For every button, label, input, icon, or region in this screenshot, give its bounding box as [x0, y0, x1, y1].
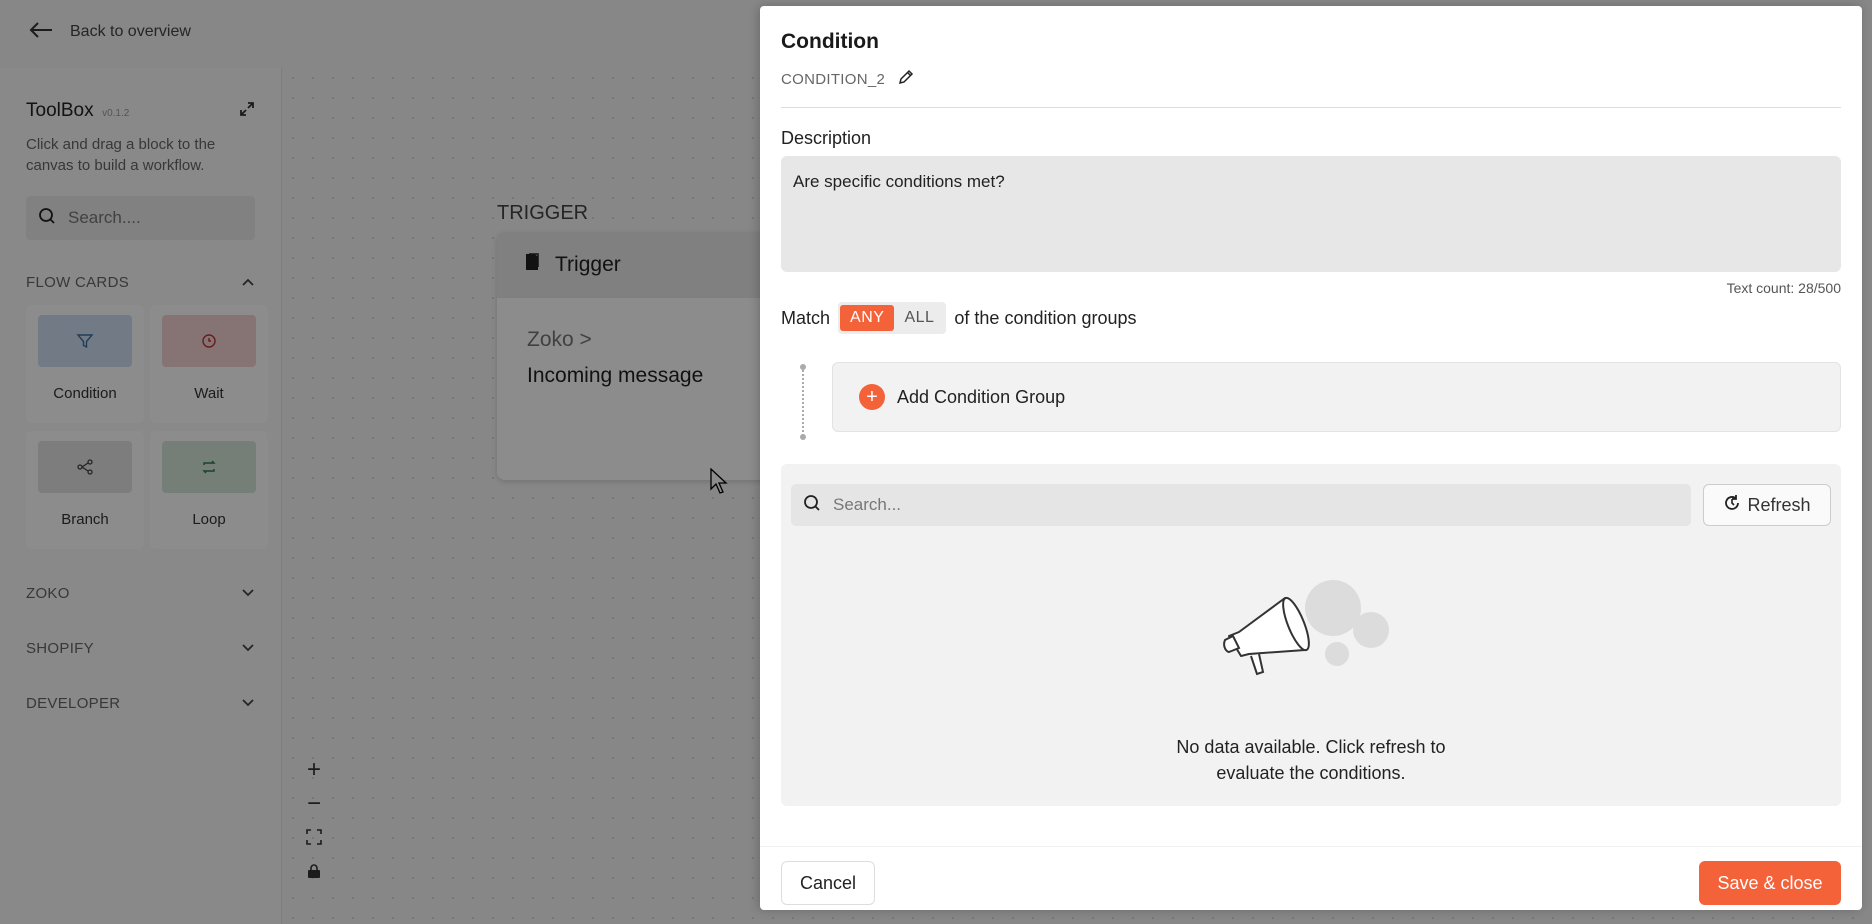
add-condition-group-button[interactable]: + Add Condition Group	[832, 362, 1841, 432]
plus-icon: +	[859, 384, 885, 410]
drawer-footer: Cancel Save & close	[760, 846, 1862, 910]
evaluation-search[interactable]	[791, 484, 1691, 526]
refresh-button[interactable]: Refresh	[1703, 484, 1831, 526]
drawer-title: Condition	[781, 30, 879, 53]
match-suffix: of the condition groups	[954, 307, 1137, 328]
divider	[781, 107, 1841, 108]
condition-id: CONDITION_2	[781, 70, 886, 88]
refresh-label: Refresh	[1747, 494, 1811, 515]
cancel-button[interactable]: Cancel	[781, 861, 875, 905]
search-icon	[803, 494, 821, 517]
evaluation-panel: Refresh No data available. Click refresh…	[781, 464, 1841, 806]
refresh-icon	[1723, 494, 1741, 517]
description-label: Description	[781, 128, 872, 148]
match-row: Match ANY ALL of the condition groups	[781, 302, 1137, 334]
description-field[interactable]: Are specific conditions met?	[781, 156, 1841, 272]
match-all-option[interactable]: ALL	[894, 305, 944, 331]
empty-state-line-2: evaluate the conditions.	[1216, 763, 1406, 783]
match-any-option[interactable]: ANY	[840, 305, 895, 331]
text-count: Text count: 28/500	[1726, 280, 1841, 296]
empty-state-line-1: No data available. Click refresh to	[1176, 737, 1446, 757]
condition-drawer: Condition CONDITION_2 Description Are sp…	[760, 6, 1862, 910]
save-and-close-button[interactable]: Save & close	[1699, 861, 1841, 905]
evaluation-search-input[interactable]	[833, 495, 1633, 515]
pencil-icon[interactable]	[897, 68, 915, 90]
empty-state-message: No data available. Click refresh to eval…	[781, 734, 1841, 786]
match-prefix: Match	[781, 307, 831, 328]
condition-rail	[802, 366, 804, 436]
megaphone-icon	[1211, 576, 1411, 701]
rail-dot	[800, 434, 806, 440]
add-condition-group-label: Add Condition Group	[897, 386, 1066, 407]
match-toggle: ANY ALL	[838, 302, 947, 334]
